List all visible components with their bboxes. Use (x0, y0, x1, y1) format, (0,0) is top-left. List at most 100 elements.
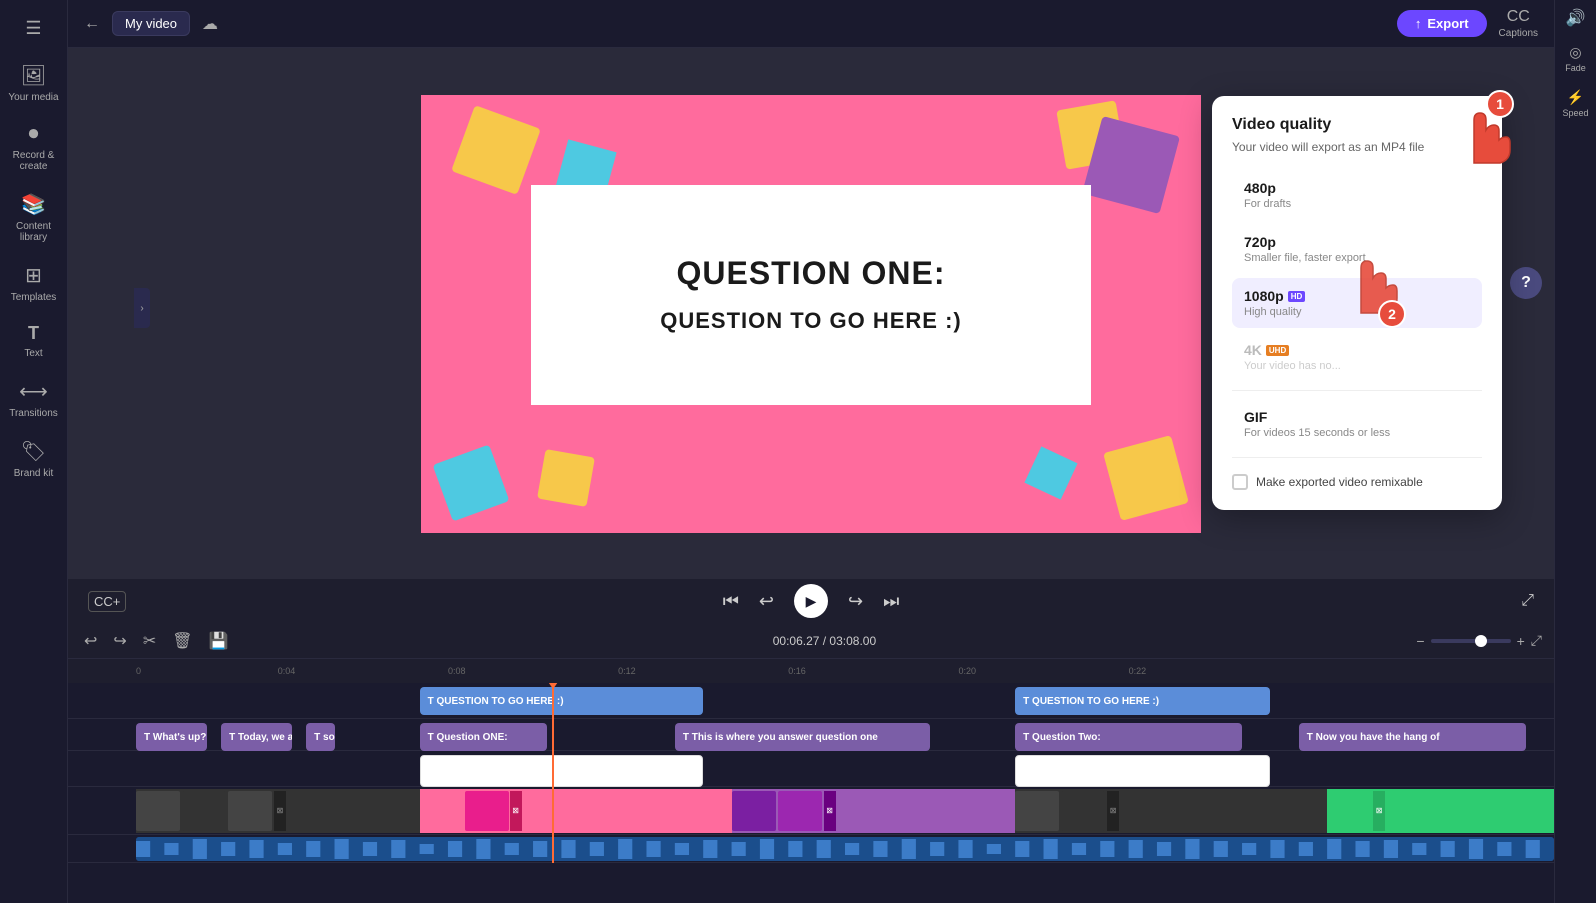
fullscreen-button[interactable]: ⤢ (1521, 592, 1534, 610)
sidebar-item-brand-kit[interactable]: 🏷 Brand kit (4, 431, 64, 487)
volume-control[interactable]: 🔊 (1566, 8, 1586, 28)
your-media-icon: 🖼 (21, 63, 46, 88)
speed-control[interactable]: ⚡ Speed (1562, 89, 1588, 118)
fit-view-button[interactable]: ⤢ (1531, 632, 1542, 649)
cut-button[interactable]: ✂ (139, 629, 160, 653)
help-button[interactable]: ? (1510, 267, 1542, 299)
quality-popup-title: Video quality (1232, 116, 1482, 134)
quality-option-4k[interactable]: 4K UHD Your video has no... (1232, 332, 1482, 382)
filmstrip-seg-2[interactable]: ⊠ (420, 789, 732, 833)
quality-option-1080p[interactable]: 1080p HD High quality (1232, 278, 1482, 328)
deco-shape (451, 105, 541, 195)
right-panel: 🔊 ◎ Fade ⚡ Speed (1554, 0, 1596, 903)
sidebar-item-transitions[interactable]: ⟷ Transitions (4, 371, 64, 427)
player-controls: CC+ ⏮ ↩ ▶ ↪ ⏭ ⤢ (68, 579, 1554, 623)
timeline-tracks: T QUESTION TO GO HERE :) T QUESTION TO G… (68, 683, 1554, 863)
clip-answer[interactable]: T This is where you answer question one (675, 723, 930, 751)
clip-white-1[interactable] (420, 755, 704, 787)
quality-desc-480p: For drafts (1244, 198, 1470, 210)
ruler-mark-16: 0:16 (788, 666, 806, 676)
export-button[interactable]: ↑ Export (1397, 10, 1487, 37)
sidebar-item-label: Text (24, 348, 42, 359)
filmstrip-seg-4[interactable]: ⊠ (1015, 789, 1327, 833)
hamburger-menu[interactable]: ☰ (15, 8, 51, 49)
skip-forward-button[interactable]: ⏭ (883, 591, 899, 612)
filmstrip-row: ⊠ ⊠ (68, 787, 1554, 835)
undo-button[interactable]: ↩ (80, 629, 101, 653)
sidebar-item-templates[interactable]: ⊞ Templates (4, 255, 64, 311)
quality-option-720p[interactable]: 720p Smaller file, faster export (1232, 224, 1482, 274)
remixable-row: Make exported video remixable (1232, 466, 1482, 490)
canvas-preview: QUESTION ONE: QUESTION TO GO HERE :) (421, 95, 1201, 533)
redo-button[interactable]: ↪ (109, 629, 130, 653)
audio-waveform (136, 837, 1554, 861)
clip-question-one[interactable]: T Question ONE: (420, 723, 548, 751)
ruler-mark-0: 0 (136, 666, 141, 676)
clip-whatsup[interactable]: T What's up?! W (136, 723, 207, 751)
sidebar-item-record-create[interactable]: ⏺ Record & create (4, 115, 64, 180)
volume-icon: 🔊 (1566, 8, 1586, 28)
captions-button[interactable]: CC Captions (1499, 8, 1538, 39)
sidebar-item-label: Templates (11, 292, 57, 303)
zoom-out-button[interactable]: − (1416, 633, 1424, 649)
content-library-icon: 📚 (21, 192, 46, 217)
ruler-mark-12: 0:12 (618, 666, 636, 676)
export-icon: ↑ (1415, 16, 1422, 31)
quality-option-gif[interactable]: GIF For videos 15 seconds or less (1232, 399, 1482, 449)
templates-icon: ⊞ (25, 263, 42, 288)
sidebar-item-text[interactable]: T Text (4, 315, 64, 367)
clip-question-top-2[interactable]: T QUESTION TO GO HERE :) (1015, 687, 1270, 715)
timeline-time-display: 00:06.27 / 03:08.00 (240, 634, 1408, 648)
sidebar-item-content-library[interactable]: 📚 Content library (4, 184, 64, 251)
clip-today[interactable]: T Today, we a (221, 723, 292, 751)
canvas-text-box: QUESTION ONE: QUESTION TO GO HERE :) (531, 185, 1091, 405)
sidebar-item-label: Brand kit (14, 468, 53, 479)
filmstrip-seg-5[interactable]: ⊠ (1327, 789, 1554, 833)
clip-question-top-1[interactable]: T QUESTION TO GO HERE :) (420, 687, 704, 715)
zoom-slider[interactable] (1431, 639, 1511, 643)
save-button[interactable]: 💾 (205, 629, 233, 653)
canvas-wrapper: › QUESTION ONE: QUESTION TO GO HERE :) V… (68, 48, 1554, 579)
fade-control[interactable]: ◎ Fade (1565, 44, 1586, 73)
clip-question-two[interactable]: T Question Two: (1015, 723, 1242, 751)
record-create-icon: ⏺ (29, 123, 39, 146)
timeline-toolbar: ↩ ↪ ✂ 🗑 💾 00:06.27 / 03:08.00 − + ⤢ (68, 623, 1554, 659)
track-row-audio (68, 835, 1554, 863)
back-icon[interactable]: ← (84, 15, 100, 33)
timeline-zoom-control: − + ⤢ (1416, 632, 1542, 649)
quality-desc-720p: Smaller file, faster export (1244, 252, 1470, 264)
deco-shape (433, 444, 510, 521)
video-title[interactable]: My video (112, 11, 190, 36)
captions-icon: CC (1507, 8, 1530, 26)
clip-white-2[interactable] (1015, 755, 1270, 787)
rewind-button[interactable]: ↩ (759, 591, 774, 612)
remixable-checkbox[interactable] (1232, 474, 1248, 490)
quality-divider-2 (1232, 457, 1482, 458)
track-row-captions: T QUESTION TO GO HERE :) T QUESTION TO G… (68, 683, 1554, 719)
quality-divider (1232, 390, 1482, 391)
filmstrip-seg-1[interactable]: ⊠ (136, 789, 420, 833)
collapse-panel-arrow[interactable]: › (134, 288, 150, 328)
zoom-in-button[interactable]: + (1517, 633, 1525, 649)
track-row-text: T What's up?! W T Today, we a T so T Que… (68, 719, 1554, 751)
clip-so[interactable]: T so (306, 723, 334, 751)
cc-button[interactable]: CC+ (88, 591, 126, 612)
video-quality-popup: Video quality Your video will export as … (1212, 96, 1502, 510)
delete-button[interactable]: 🗑 (168, 629, 196, 653)
audio-track[interactable] (136, 837, 1554, 861)
filmstrip-seg-3[interactable]: ⊠ (732, 789, 1016, 833)
play-button[interactable]: ▶ (794, 584, 828, 618)
left-sidebar: ☰ 🖼 Your media ⏺ Record & create 📚 Conte… (0, 0, 68, 903)
export-label: Export (1427, 16, 1468, 31)
quality-option-480p[interactable]: 480p For drafts (1232, 170, 1482, 220)
cloud-save-icon[interactable]: ☁ (202, 14, 218, 34)
skip-back-button[interactable]: ⏮ (723, 591, 739, 612)
ruler-mark-04: 0:04 (278, 666, 296, 676)
timeline-area: ↩ ↪ ✂ 🗑 💾 00:06.27 / 03:08.00 − + ⤢ 0 0:… (68, 623, 1554, 903)
clip-nowyouhave[interactable]: T Now you have the hang of (1299, 723, 1526, 751)
transitions-icon: ⟷ (19, 379, 48, 404)
fast-forward-button[interactable]: ↪ (848, 591, 863, 612)
sidebar-item-label: Record & create (8, 150, 60, 172)
captions-label: Captions (1499, 28, 1538, 39)
sidebar-item-your-media[interactable]: 🖼 Your media (4, 55, 64, 111)
